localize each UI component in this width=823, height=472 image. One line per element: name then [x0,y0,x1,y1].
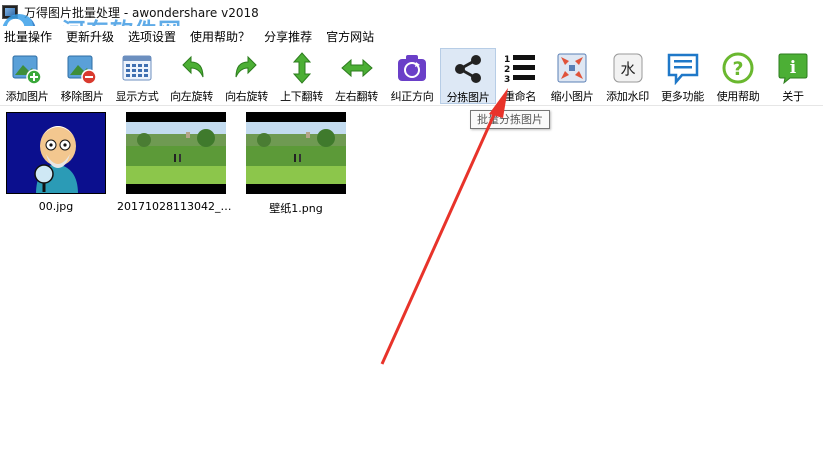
numbered-list-icon: 1 2 3 [503,51,537,85]
menu-batch[interactable]: 批量操作 [0,26,59,48]
menu-website[interactable]: 官方网站 [319,26,381,48]
about-label: 关于 [782,90,804,103]
shrink-image-button[interactable]: 缩小图片 [544,48,600,104]
display-mode-button[interactable]: 显示方式 [110,48,164,104]
rename-button[interactable]: 1 2 3 重命名 [496,48,544,104]
rotate-right-icon [230,51,264,85]
svg-text:3: 3 [504,75,510,85]
rotate-right-button[interactable]: 向右旋转 [219,48,274,104]
menu-options[interactable]: 选项设置 [121,26,183,48]
shrink-image-label: 缩小图片 [550,90,594,103]
remove-image-button[interactable]: 移除图片 [54,48,110,104]
share-sort-icon [451,52,485,86]
file-thumbnail[interactable]: 00.jpg [1,112,111,213]
add-watermark-button[interactable]: 水 添加水印 [600,48,655,104]
thumbnail-image [6,112,106,194]
flip-horizontal-icon [340,51,374,85]
sort-images-label: 分拣图片 [446,91,490,104]
thumbnail-image [126,112,226,194]
correct-orientation-icon [395,51,429,85]
file-name: 壁纸1.png [269,202,323,215]
menu-help[interactable]: 使用帮助？ [183,26,257,48]
flip-vertical-button[interactable]: 上下翻转 [274,48,329,104]
file-name: 20171028113042_eL... [117,200,235,213]
tooltip: 批量分拣图片 [470,110,550,129]
remove-image-icon [65,51,99,85]
info-icon: i [776,51,810,85]
rotate-left-icon [175,51,209,85]
window-title: 万得图片批量处理 - awondershare v2018 [24,5,259,20]
display-mode-label: 显示方式 [115,90,159,103]
info-glyph: i [790,58,797,78]
add-image-button[interactable]: 添加图片 [0,48,54,104]
add-image-icon [10,51,44,85]
help-glyph: ? [732,58,743,80]
thumbnail-area[interactable]: 00.jpg 20171028113042_eL... 壁纸1.png [0,108,823,472]
file-thumbnail[interactable]: 20171028113042_eL... [117,112,235,213]
grid-view-icon [120,51,154,85]
rotate-right-label: 向右旋转 [225,90,268,103]
svg-text:1: 1 [504,55,510,65]
menu-bar: 批量操作 更新升级 选项设置 使用帮助？ 分享推荐 官方网站 [0,26,823,48]
app-icon [2,5,18,19]
shrink-image-icon [555,51,589,85]
remove-image-label: 移除图片 [60,90,104,103]
sort-images-button[interactable]: 分拣图片 [440,48,496,104]
help-button[interactable]: ? 使用帮助 [710,48,766,104]
add-watermark-label: 添加水印 [606,90,649,103]
correct-orientation-button[interactable]: 纠正方向 [384,48,440,104]
flip-vertical-label: 上下翻转 [280,90,323,103]
svg-text:2: 2 [504,65,510,75]
toolbar: 添加图片 移除图片 显示方式 向左旋转 向右旋转 上下翻转 左右翻转 纠正方向 … [0,48,823,106]
flip-horizontal-label: 左右翻转 [335,90,378,103]
flip-vertical-icon [285,51,319,85]
watermark-glyph: 水 [620,60,635,78]
help-label: 使用帮助 [716,90,760,103]
add-image-label: 添加图片 [5,90,49,103]
menu-update[interactable]: 更新升级 [59,26,121,48]
rename-label: 重命名 [503,90,537,103]
file-name: 00.jpg [38,200,74,213]
menu-share[interactable]: 分享推荐 [257,26,319,48]
help-icon: ? [721,51,755,85]
more-features-button[interactable]: 更多功能 [655,48,710,104]
flip-horizontal-button[interactable]: 左右翻转 [329,48,384,104]
title-bar: 万得图片批量处理 - awondershare v2018 [0,0,823,24]
correct-orientation-label: 纠正方向 [390,90,434,103]
speech-bubble-icon [666,51,700,85]
about-button[interactable]: i 关于 [766,48,820,104]
thumbnail-image [246,112,346,194]
more-features-label: 更多功能 [661,90,704,103]
file-thumbnail[interactable]: 壁纸1.png [241,112,351,216]
watermark-icon: 水 [611,51,645,85]
rotate-left-button[interactable]: 向左旋转 [164,48,219,104]
rotate-left-label: 向左旋转 [170,90,213,103]
